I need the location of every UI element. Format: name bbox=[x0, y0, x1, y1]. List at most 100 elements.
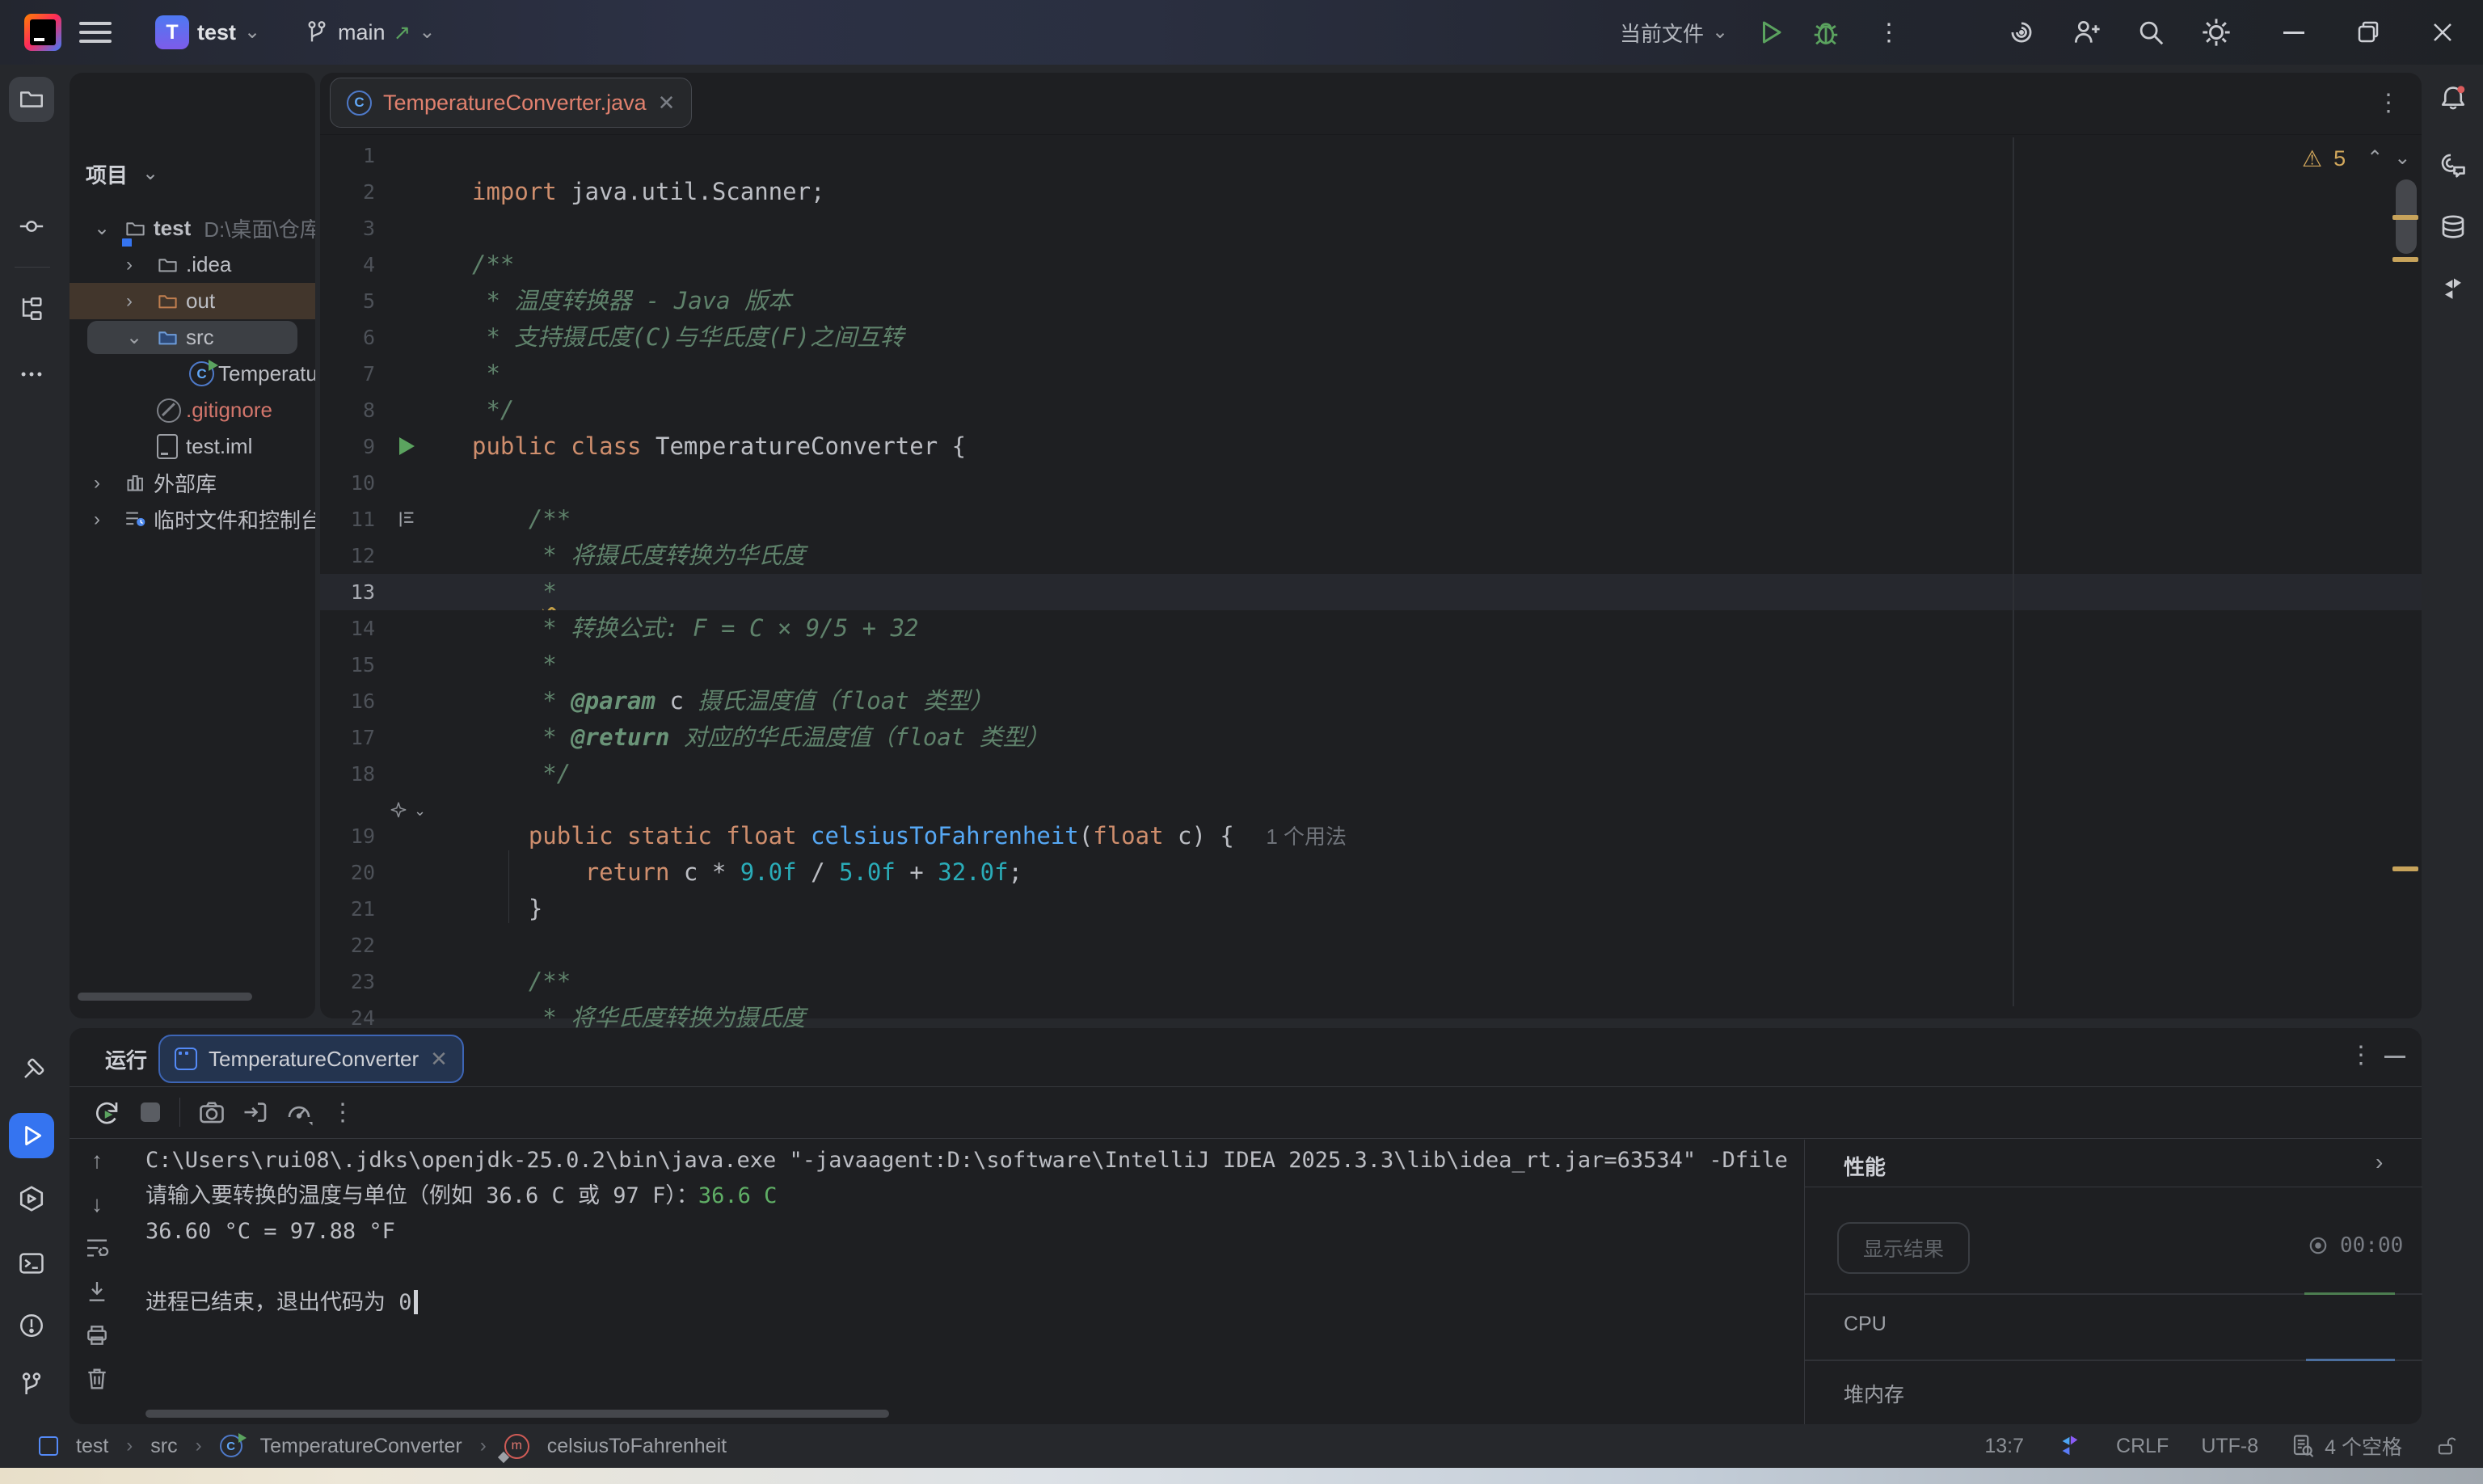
breadcrumb-dir[interactable]: src bbox=[150, 1435, 177, 1458]
snapshot-button[interactable] bbox=[192, 1093, 231, 1132]
code-line-16[interactable]: 16 * @param c 摄氏温度值（float 类型） bbox=[320, 683, 2422, 719]
warning-stripe-mark[interactable] bbox=[2392, 866, 2418, 871]
code-line-20[interactable]: 20 return c * 9.0f / 5.0f + 32.0f; bbox=[320, 854, 2422, 891]
print-button[interactable] bbox=[81, 1319, 113, 1351]
close-button[interactable] bbox=[2417, 0, 2468, 65]
sidebar-item-build[interactable] bbox=[9, 1048, 54, 1094]
doc-render-toggle-icon[interactable] bbox=[396, 508, 418, 530]
code-line-4[interactable]: 4/** bbox=[320, 247, 2422, 283]
ai-assistant-button[interactable] bbox=[2430, 267, 2476, 312]
maximize-button[interactable] bbox=[2342, 0, 2394, 65]
run-config-selector[interactable]: 当前文件 ⌄ bbox=[1620, 0, 1728, 65]
attach-profiler-button[interactable] bbox=[236, 1093, 275, 1132]
code-line-13[interactable]: 13 * bbox=[320, 574, 2422, 610]
sidebar-item-run[interactable] bbox=[9, 1113, 54, 1158]
warning-stripe-mark[interactable] bbox=[2392, 257, 2418, 262]
tree-chevron-icon[interactable]: › bbox=[94, 465, 100, 501]
main-menu-icon[interactable] bbox=[79, 0, 112, 65]
code-line-12[interactable]: 12 * 将摄氏度转换为华氏度 bbox=[320, 538, 2422, 574]
settings-button[interactable] bbox=[2200, 0, 2232, 65]
console-more-button[interactable]: ⋮ bbox=[323, 1093, 362, 1132]
ai-assistant-status-button[interactable] bbox=[2056, 1432, 2084, 1460]
ai-promo-button[interactable] bbox=[2006, 0, 2037, 65]
search-everywhere-button[interactable] bbox=[2135, 0, 2166, 65]
sidebar-item-project[interactable] bbox=[9, 77, 54, 122]
code-line-21[interactable]: 21 } bbox=[320, 891, 2422, 927]
readonly-toggle[interactable] bbox=[2435, 1435, 2457, 1457]
sidebar-item-commit[interactable] bbox=[9, 204, 54, 249]
tree-row-.gitignore[interactable]: .gitignore bbox=[70, 392, 315, 428]
code-line-3[interactable]: 3 bbox=[320, 210, 2422, 247]
code-with-me-button[interactable] bbox=[2071, 0, 2101, 65]
code-line-19[interactable]: 19 public static float celsiusToFahrenhe… bbox=[320, 818, 2422, 854]
run-panel-kebab-icon[interactable]: ⋮ bbox=[2349, 1041, 2373, 1069]
expand-chevron-icon[interactable]: › bbox=[2376, 1149, 2383, 1175]
ai-chat-button[interactable] bbox=[2430, 142, 2476, 188]
minimize-button[interactable] bbox=[2268, 0, 2320, 65]
debug-button[interactable] bbox=[1811, 0, 1841, 65]
notifications-button[interactable] bbox=[2430, 76, 2476, 121]
line-separator-widget[interactable]: CRLF bbox=[2116, 1435, 2169, 1458]
tree-row-TemperatureConverter[interactable]: TemperatureConverter bbox=[70, 356, 315, 392]
console-up-button[interactable]: ↑ bbox=[81, 1145, 113, 1177]
tree-row-外部库[interactable]: ›外部库 bbox=[70, 465, 315, 501]
sidebar-item-problems[interactable] bbox=[9, 1303, 54, 1348]
soft-wrap-button[interactable] bbox=[81, 1232, 113, 1264]
encoding-widget[interactable]: UTF-8 bbox=[2201, 1435, 2258, 1458]
breadcrumb-method[interactable]: celsiusToFahrenheit bbox=[547, 1435, 727, 1458]
sidebar-item-services[interactable] bbox=[9, 1176, 54, 1221]
breadcrumb-class[interactable]: TemperatureConverter bbox=[260, 1435, 462, 1458]
scroll-to-end-button[interactable] bbox=[81, 1275, 113, 1308]
tree-chevron-icon[interactable]: › bbox=[126, 283, 133, 319]
code-line-22[interactable]: 22 bbox=[320, 927, 2422, 963]
code-line-2[interactable]: 2import java.util.Scanner; bbox=[320, 174, 2422, 210]
prev-warning-icon[interactable]: ⌃ bbox=[2367, 149, 2383, 168]
code-line-9[interactable]: 9public class TemperatureConverter { bbox=[320, 428, 2422, 465]
console-output[interactable]: C:\Users\rui08\.jdks\openjdk-25.0.2\bin\… bbox=[145, 1143, 1798, 1321]
next-warning-icon[interactable]: ⌄ bbox=[2394, 149, 2410, 168]
code-line-11[interactable]: 11 /** bbox=[320, 501, 2422, 538]
caret-position-widget[interactable]: 13:7 bbox=[1984, 1435, 2024, 1458]
code-editor[interactable]: 12import java.util.Scanner;34/**5 * 温度转换… bbox=[320, 137, 2422, 1036]
tree-chevron-icon[interactable]: › bbox=[94, 501, 100, 538]
close-icon[interactable]: ✕ bbox=[658, 92, 676, 113]
code-line-1[interactable]: 1 bbox=[320, 137, 2422, 174]
editor-tab-options-kebab-icon[interactable]: ⋮ bbox=[2376, 89, 2401, 117]
sidebar-item-git[interactable] bbox=[9, 1362, 54, 1407]
code-line-18[interactable]: 18 */ bbox=[320, 756, 2422, 792]
sidebar-item-structure[interactable] bbox=[9, 286, 54, 331]
code-line-5[interactable]: 5 * 温度转换器 - Java 版本 bbox=[320, 283, 2422, 319]
tree-row-test.iml[interactable]: test.iml bbox=[70, 428, 315, 465]
tree-chevron-icon[interactable]: ⌄ bbox=[94, 210, 110, 247]
code-line-8[interactable]: 8 */ bbox=[320, 392, 2422, 428]
tree-row-test[interactable]: ⌄testD:\桌面\仓库 bbox=[70, 210, 315, 247]
hide-panel-icon[interactable] bbox=[2384, 1056, 2405, 1058]
rerun-button[interactable] bbox=[87, 1093, 126, 1132]
code-line-10[interactable]: 10 bbox=[320, 465, 2422, 501]
sidebar-item-more[interactable] bbox=[9, 352, 54, 397]
run-button[interactable] bbox=[1756, 0, 1785, 65]
run-line-icon[interactable] bbox=[399, 437, 415, 455]
tree-row-临时文件和控制台[interactable]: ›临时文件和控制台 bbox=[70, 501, 315, 538]
sidebar-item-terminal[interactable] bbox=[9, 1241, 54, 1286]
close-icon[interactable]: ✕ bbox=[430, 1048, 448, 1069]
console-down-button[interactable]: ↓ bbox=[81, 1188, 113, 1221]
tree-row-out[interactable]: ›out bbox=[70, 283, 315, 319]
tree-chevron-icon[interactable]: ⌄ bbox=[126, 319, 142, 356]
stop-button[interactable] bbox=[131, 1093, 170, 1132]
show-results-button[interactable]: 显示结果 bbox=[1837, 1222, 1970, 1274]
profiler-button[interactable] bbox=[280, 1093, 318, 1132]
code-line-14[interactable]: 14 * 转换公式: F = C × 9/5 + 32 bbox=[320, 610, 2422, 647]
console-horizontal-scrollbar[interactable] bbox=[145, 1410, 889, 1418]
code-line-15[interactable]: 15 * bbox=[320, 647, 2422, 683]
code-line-23[interactable]: 23 /** bbox=[320, 963, 2422, 1000]
code-line-6[interactable]: 6 * 支持摄氏度(C)与华氏度(F)之间互转 bbox=[320, 319, 2422, 356]
clear-console-button[interactable] bbox=[81, 1363, 113, 1395]
more-actions-button[interactable]: ⋮ bbox=[1877, 0, 1901, 65]
indent-widget[interactable]: 4 个空格 bbox=[2291, 1431, 2402, 1461]
vcs-widget[interactable]: main ↗ ⌄ bbox=[304, 0, 435, 65]
database-button[interactable] bbox=[2430, 205, 2476, 251]
horizontal-scrollbar[interactable] bbox=[78, 993, 252, 1001]
project-widget[interactable]: T test ⌄ bbox=[155, 0, 260, 65]
inspections-widget[interactable]: ⚠ 5 ⌃ ⌄ bbox=[2302, 142, 2410, 175]
